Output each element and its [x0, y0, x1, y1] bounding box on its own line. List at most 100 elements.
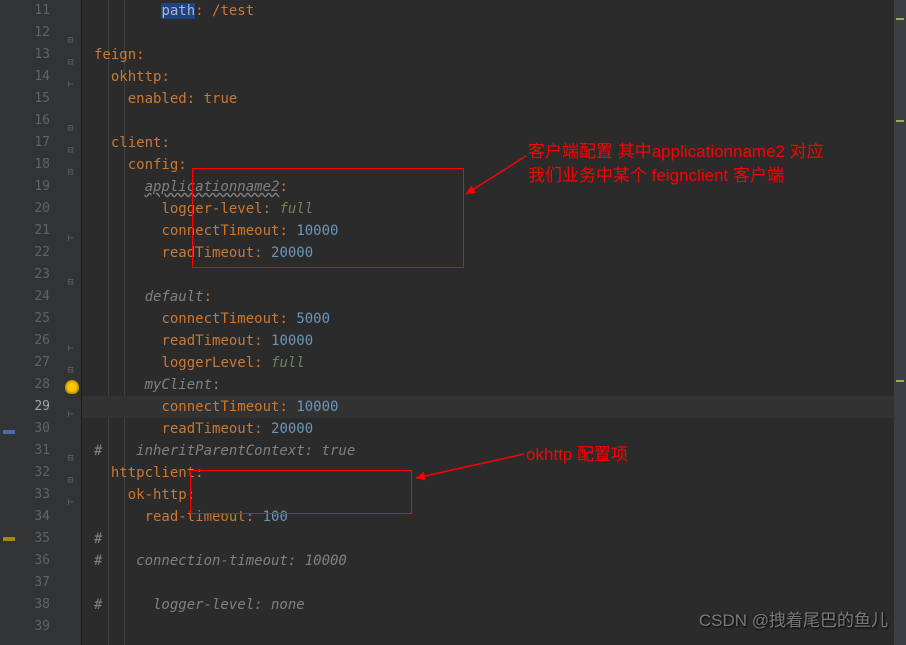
- yaml-key: readTimeout: [161, 421, 254, 437]
- annotation-line: 客户端配置 其中applicationname2 对应: [528, 140, 824, 164]
- yaml-value: true: [204, 91, 238, 107]
- fold-toggle-icon[interactable]: ⊟: [66, 366, 75, 375]
- line-number: 12: [18, 22, 58, 44]
- code-line[interactable]: [82, 22, 906, 44]
- line-number: 29: [18, 396, 58, 418]
- code-line[interactable]: readTimeout: 10000: [82, 330, 906, 352]
- yaml-value: 100: [263, 509, 288, 525]
- code-line[interactable]: #: [82, 528, 906, 550]
- code-line[interactable]: loggerLevel: full: [82, 352, 906, 374]
- fold-end-icon: ⊢: [66, 80, 75, 89]
- scrollbar[interactable]: [894, 0, 906, 645]
- watermark-text: CSDN @拽着尾巴的鱼儿: [699, 606, 888, 631]
- code-line[interactable]: [82, 110, 906, 132]
- line-number: 31: [18, 440, 58, 462]
- yaml-key: default: [145, 289, 204, 305]
- annotation-text-okhttp: okhttp 配置项: [526, 440, 628, 465]
- line-number: 24: [18, 286, 58, 308]
- code-line[interactable]: path: /test: [82, 0, 906, 22]
- line-number: 35: [18, 528, 58, 550]
- yaml-key: connectTimeout: [161, 311, 279, 327]
- line-number: 15: [18, 88, 58, 110]
- fold-end-icon: ⊢: [66, 234, 75, 243]
- line-number: 21: [18, 220, 58, 242]
- code-line-current[interactable]: connectTimeout: 10000: [82, 396, 906, 418]
- yaml-key: myClient: [145, 377, 212, 393]
- fold-end-icon: ⊢: [66, 498, 75, 507]
- yaml-key: connectTimeout: [161, 399, 279, 415]
- yaml-key: connectTimeout: [161, 223, 279, 239]
- yaml-key: enabled: [128, 91, 187, 107]
- line-number: 17: [18, 132, 58, 154]
- yaml-comment: # connection-timeout: 10000: [94, 553, 347, 569]
- code-line[interactable]: # connection-timeout: 10000: [82, 550, 906, 572]
- code-line[interactable]: enabled: true: [82, 88, 906, 110]
- code-line[interactable]: logger-level: full: [82, 198, 906, 220]
- fold-toggle-icon[interactable]: ⊟: [66, 146, 75, 155]
- yaml-value: full: [271, 355, 305, 371]
- line-number: 18: [18, 154, 58, 176]
- line-number: 28: [18, 374, 58, 396]
- marker-strip: [0, 0, 18, 645]
- fold-end-icon: ⊢: [66, 344, 75, 353]
- yaml-value: 10000: [296, 399, 338, 415]
- fold-toggle-icon[interactable]: ⊟: [66, 36, 75, 45]
- line-number: 38: [18, 594, 58, 616]
- lightbulb-icon[interactable]: [65, 380, 79, 394]
- yaml-key: okhttp: [111, 69, 162, 85]
- code-line[interactable]: readTimeout: 20000: [82, 418, 906, 440]
- yaml-rest: : /test: [195, 3, 254, 19]
- code-line[interactable]: ok-http:: [82, 484, 906, 506]
- yaml-key: loggerLevel: [161, 355, 254, 371]
- code-line[interactable]: default:: [82, 286, 906, 308]
- line-number: 33: [18, 484, 58, 506]
- yaml-value: 10000: [271, 333, 313, 349]
- code-content[interactable]: path: /test feign: okhttp: enabled: true…: [82, 0, 906, 645]
- code-line[interactable]: [82, 264, 906, 286]
- fold-gutter[interactable]: ⊟ ⊟ ⊢ ⊟ ⊟ ⊟ ⊢ ⊟ ⊢ ⊟ ⊢ ⊟ ⊟ ⊢: [58, 0, 82, 645]
- code-line[interactable]: read-timeout: 100: [82, 506, 906, 528]
- fold-toggle-icon[interactable]: ⊟: [66, 168, 75, 177]
- fold-end-icon: ⊢: [66, 410, 75, 419]
- code-line[interactable]: httpclient:: [82, 462, 906, 484]
- line-number: 36: [18, 550, 58, 572]
- code-line[interactable]: feign:: [82, 44, 906, 66]
- line-number: 30: [18, 418, 58, 440]
- line-number: 22: [18, 242, 58, 264]
- code-line[interactable]: readTimeout: 20000: [82, 242, 906, 264]
- code-line[interactable]: okhttp:: [82, 66, 906, 88]
- fold-toggle-icon[interactable]: ⊟: [66, 476, 75, 485]
- yaml-comment: # inheritParentContext: true: [94, 443, 355, 459]
- scroll-marker: [896, 18, 904, 20]
- code-line[interactable]: myClient:: [82, 374, 906, 396]
- yaml-value: 20000: [271, 421, 313, 437]
- fold-toggle-icon[interactable]: ⊟: [66, 58, 75, 67]
- yaml-value: 5000: [296, 311, 330, 327]
- annotation-text-client-config: 客户端配置 其中applicationname2 对应 我们业务中某个 feig…: [528, 140, 824, 188]
- scroll-marker: [896, 380, 904, 382]
- line-number: 25: [18, 308, 58, 330]
- line-number: 27: [18, 352, 58, 374]
- line-number: 23: [18, 264, 58, 286]
- code-line[interactable]: # inheritParentContext: true: [82, 440, 906, 462]
- yaml-key: httpclient: [111, 465, 195, 481]
- fold-toggle-icon[interactable]: ⊟: [66, 278, 75, 287]
- fold-toggle-icon[interactable]: ⊟: [66, 454, 75, 463]
- annotation-line: 我们业务中某个 feignclient 客户端: [528, 164, 824, 188]
- line-number: 20: [18, 198, 58, 220]
- code-line[interactable]: [82, 572, 906, 594]
- line-number: 32: [18, 462, 58, 484]
- line-number: 13: [18, 44, 58, 66]
- line-number: 11: [18, 0, 58, 22]
- line-number-gutter[interactable]: 1112131415161718192021222324252627282930…: [18, 0, 58, 645]
- yaml-key: client: [111, 135, 162, 151]
- line-number: 26: [18, 330, 58, 352]
- code-line[interactable]: connectTimeout: 5000: [82, 308, 906, 330]
- yaml-value: full: [279, 201, 313, 217]
- code-line[interactable]: connectTimeout: 10000: [82, 220, 906, 242]
- yaml-key: logger-level: [161, 201, 262, 217]
- line-number: 16: [18, 110, 58, 132]
- code-editor: 1112131415161718192021222324252627282930…: [0, 0, 906, 645]
- fold-toggle-icon[interactable]: ⊟: [66, 124, 75, 133]
- line-number: 19: [18, 176, 58, 198]
